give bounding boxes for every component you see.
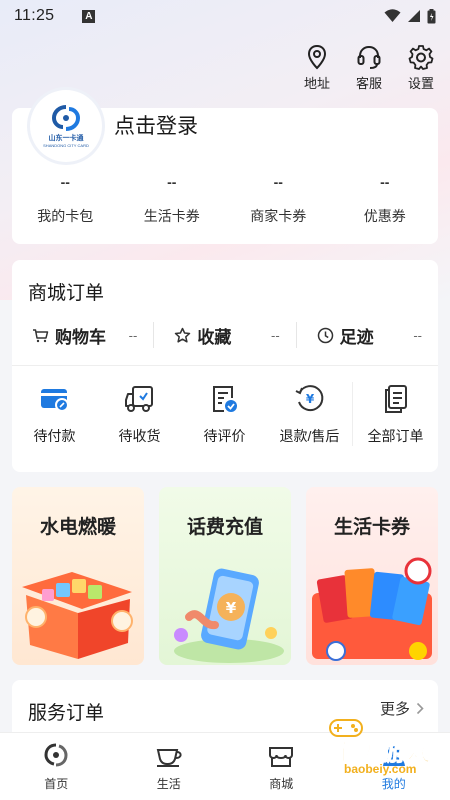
tab-label: 生活 bbox=[156, 777, 181, 791]
tab-life[interactable]: 生活 bbox=[113, 733, 226, 800]
account-stats: -- 我的卡包 -- 生活卡券 -- 商家卡券 -- 优惠券 bbox=[12, 174, 438, 226]
cart-icon bbox=[33, 328, 49, 342]
avatar-subtext: SHANDONG CITY CARD bbox=[43, 142, 89, 148]
mall-orders-card: 商城订单 购物车 -- 收藏 -- 足迹 -- 待付款 待收货 待评价 ¥ 退款… bbox=[12, 260, 438, 472]
order-status-row: 待付款 待收货 待评价 ¥ 退款/售后 全部订单 bbox=[12, 382, 438, 446]
quick-link-label: 足迹 bbox=[339, 327, 374, 347]
order-status-label: 退款/售后 bbox=[279, 428, 340, 444]
promo-phone-recharge[interactable]: 话费充值 ¥ bbox=[159, 487, 291, 665]
stat-label: 生活卡券 bbox=[143, 208, 200, 224]
order-all[interactable]: 全部订单 bbox=[352, 382, 438, 446]
brand-logo-icon bbox=[51, 104, 81, 131]
watermark: 宝贝游戏网 baobeiy.com bbox=[292, 712, 442, 800]
status-time: 11:25 bbox=[14, 7, 55, 24]
quick-links: 购物车 -- 收藏 -- 足迹 -- bbox=[12, 322, 438, 348]
stat-value: -- bbox=[167, 174, 177, 190]
vouchers-illustration bbox=[312, 557, 432, 661]
stat-value: -- bbox=[60, 174, 70, 190]
login-link[interactable]: 点击登录 bbox=[114, 110, 198, 140]
svg-text:¥: ¥ bbox=[226, 599, 237, 617]
service-orders-title: 服务订单 bbox=[28, 703, 105, 724]
promo-title: 话费充值 bbox=[186, 517, 263, 538]
stat-life-vouchers[interactable]: -- 生活卡券 bbox=[119, 174, 226, 226]
stat-label: 优惠券 bbox=[363, 208, 406, 224]
stat-value: -- bbox=[273, 174, 283, 190]
quick-link-label: 购物车 bbox=[55, 327, 106, 347]
settings-button[interactable]: 设置 bbox=[404, 44, 438, 92]
tab-label: 首页 bbox=[44, 777, 69, 791]
promo-utilities[interactable]: 水电燃暖 bbox=[12, 487, 144, 665]
stat-value: -- bbox=[380, 174, 390, 190]
headset-icon bbox=[357, 45, 381, 69]
refund-icon: ¥ bbox=[295, 385, 323, 412]
stat-card-wallet[interactable]: -- 我的卡包 bbox=[12, 174, 119, 226]
gift-box-illustration bbox=[22, 572, 133, 659]
customer-service-button[interactable]: 客服 bbox=[352, 44, 386, 92]
promo-life-vouchers[interactable]: 生活卡券 bbox=[306, 487, 438, 665]
order-status-label: 待付款 bbox=[33, 428, 76, 444]
location-pin-icon bbox=[307, 44, 327, 70]
promo-title: 水电燃暖 bbox=[39, 517, 116, 538]
stat-label: 商家卡券 bbox=[250, 208, 307, 224]
notification-icon: A bbox=[82, 9, 96, 23]
quick-link-count: -- bbox=[128, 327, 138, 343]
order-status-label: 全部订单 bbox=[367, 428, 424, 444]
status-icons bbox=[384, 8, 436, 24]
quick-link-count: -- bbox=[270, 327, 280, 343]
star-icon bbox=[175, 327, 191, 343]
quick-link-count: -- bbox=[413, 327, 422, 343]
quick-link-cart[interactable]: 购物车 -- bbox=[12, 322, 153, 348]
wifi-icon bbox=[384, 9, 401, 22]
order-pending-payment[interactable]: 待付款 bbox=[12, 382, 97, 446]
stat-label: 我的卡包 bbox=[37, 208, 94, 224]
signal-icon bbox=[408, 10, 420, 22]
order-refund[interactable]: ¥ 退款/售后 bbox=[267, 382, 352, 446]
cup-icon bbox=[156, 749, 182, 767]
stat-coupons[interactable]: -- 优惠券 bbox=[332, 174, 439, 226]
card-payment-icon bbox=[40, 389, 69, 412]
quick-link-favorites[interactable]: 收藏 -- bbox=[153, 322, 295, 348]
order-pending-review[interactable]: 待评价 bbox=[182, 382, 267, 446]
avatar[interactable]: 山东一卡通 SHANDONG CITY CARD bbox=[30, 90, 102, 162]
status-bar: 11:25 A bbox=[0, 0, 450, 32]
order-status-label: 待收货 bbox=[118, 428, 161, 444]
stat-merchant-vouchers[interactable]: -- 商家卡券 bbox=[225, 174, 332, 226]
clock-icon bbox=[317, 327, 333, 343]
phone-recharge-illustration: ¥ bbox=[174, 568, 284, 663]
profile-card: 山东一卡通 SHANDONG CITY CARD 点击登录 -- 我的卡包 --… bbox=[12, 90, 438, 244]
divider bbox=[12, 365, 438, 366]
quick-link-label: 收藏 bbox=[197, 327, 232, 347]
order-status-label: 待评价 bbox=[203, 428, 246, 444]
order-pending-delivery[interactable]: 待收货 bbox=[97, 382, 182, 446]
quick-link-history[interactable]: 足迹 -- bbox=[295, 322, 438, 348]
truck-icon bbox=[124, 386, 153, 412]
battery-icon bbox=[427, 8, 436, 23]
gear-icon bbox=[408, 45, 434, 70]
header-actions: 地址 客服 设置 bbox=[300, 44, 438, 92]
promo-title: 生活卡券 bbox=[333, 517, 410, 538]
address-label: 地址 bbox=[303, 76, 330, 91]
tab-label: 商城 bbox=[269, 777, 294, 791]
address-button[interactable]: 地址 bbox=[300, 44, 334, 92]
watermark-url: baobeiy.com bbox=[344, 762, 417, 776]
customer-service-label: 客服 bbox=[355, 76, 382, 91]
orders-list-icon bbox=[384, 385, 407, 413]
avatar-text: 山东一卡通 bbox=[48, 134, 84, 142]
review-icon bbox=[212, 386, 237, 412]
tab-home[interactable]: 首页 bbox=[0, 733, 113, 800]
home-logo-icon bbox=[44, 743, 68, 767]
settings-label: 设置 bbox=[407, 76, 434, 91]
svg-text:¥: ¥ bbox=[305, 392, 314, 406]
mall-orders-title: 商城订单 bbox=[28, 283, 105, 304]
